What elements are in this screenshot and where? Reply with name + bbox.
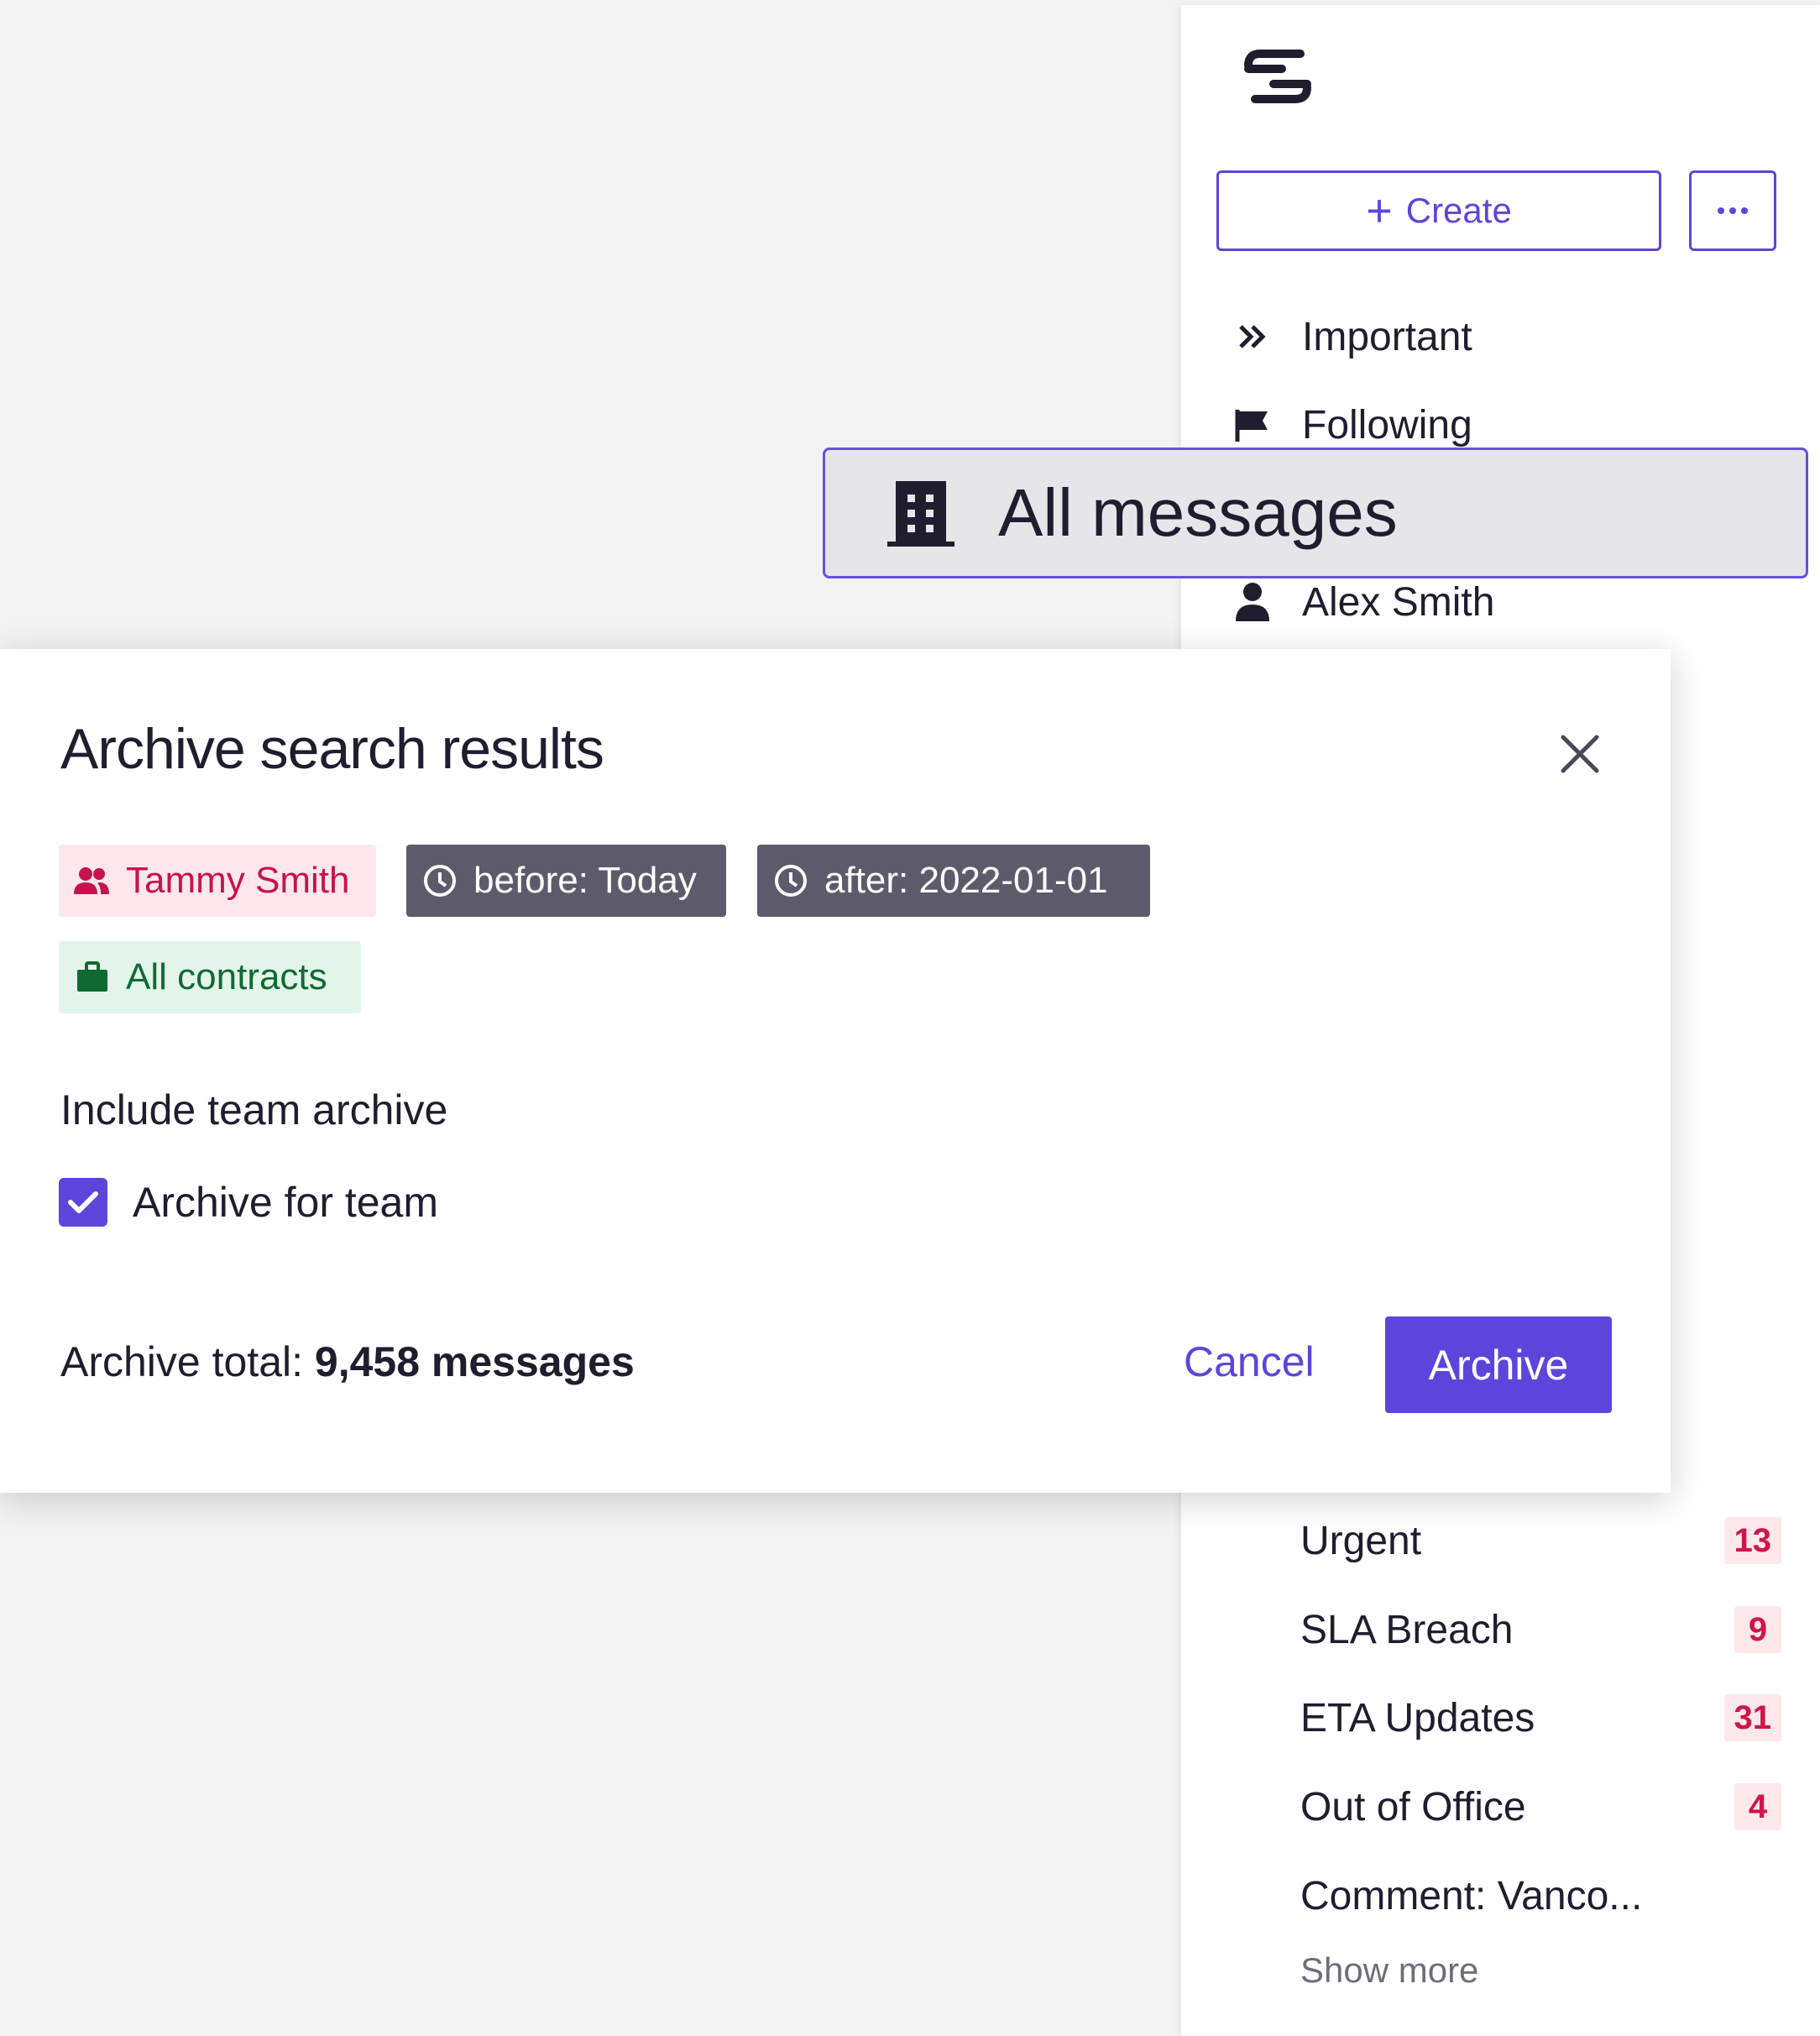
checkmark-icon: [68, 1191, 98, 1213]
sidebar-item-following[interactable]: Following: [1232, 395, 1472, 454]
archive-for-team-checkbox-row[interactable]: Archive for team: [59, 1178, 438, 1227]
sidebar-tag-sla-breach[interactable]: SLA Breach 9: [1181, 1596, 1820, 1663]
cancel-button[interactable]: Cancel: [1184, 1337, 1315, 1386]
more-options-button[interactable]: [1689, 170, 1776, 251]
tag-label: SLA Breach: [1300, 1607, 1514, 1652]
count-badge: 31: [1723, 1694, 1781, 1741]
sidebar-item-label: Following: [1302, 402, 1472, 448]
archive-button[interactable]: Archive: [1385, 1316, 1612, 1413]
filter-chip-label: before: Today: [473, 860, 697, 901]
sidebar-tag-out-of-office[interactable]: Out of Office 4: [1181, 1773, 1820, 1840]
flag-icon: [1232, 404, 1273, 446]
filter-chip-after[interactable]: after: 2022-01-01: [757, 845, 1150, 917]
tag-label: Out of Office: [1300, 1784, 1526, 1829]
archive-total-value: 9,458 messages: [314, 1338, 635, 1385]
clock-icon: [421, 862, 458, 899]
filter-chip-label: All contracts: [126, 956, 327, 997]
checkbox-label: Archive for team: [133, 1179, 439, 1226]
filter-chip-label: Tammy Smith: [126, 860, 350, 901]
clock-icon: [772, 862, 809, 899]
tag-label: Comment: Vanco...: [1300, 1873, 1643, 1918]
users-icon: [74, 862, 111, 899]
section-heading: Include team archive: [60, 1086, 448, 1133]
building-icon: [887, 481, 954, 547]
close-icon[interactable]: [1555, 729, 1605, 779]
sidebar-item-alex-smith[interactable]: Alex Smith: [1232, 573, 1494, 631]
count-badge: 9: [1734, 1606, 1781, 1653]
sidebar-tag-urgent[interactable]: Urgent 13: [1181, 1507, 1820, 1574]
sidebar-item-label: Important: [1302, 314, 1472, 359]
sidebar-tag-eta-updates[interactable]: ETA Updates 31: [1181, 1684, 1820, 1751]
create-button-label: Create: [1405, 191, 1512, 230]
briefcase-icon: [74, 959, 111, 996]
plus-icon: +: [1366, 186, 1393, 236]
archive-dialog: Archive search results Tammy Smith befor…: [0, 649, 1671, 1493]
logo-icon[interactable]: [1240, 47, 1315, 106]
filter-chip-before[interactable]: before: Today: [406, 845, 726, 917]
create-button[interactable]: + Create: [1216, 170, 1661, 251]
all-messages-label: All messages: [998, 475, 1398, 550]
archive-total-prefix: Archive total:: [60, 1338, 315, 1385]
filter-chip-label: after: 2022-01-01: [824, 860, 1108, 901]
person-icon: [1232, 581, 1273, 623]
count-badge: 13: [1723, 1517, 1781, 1564]
more-dots-icon: [1718, 207, 1724, 214]
double-chevron-right-icon: [1232, 316, 1273, 358]
sidebar-item-label: Alex Smith: [1302, 579, 1495, 625]
archive-for-team-checkbox[interactable]: [59, 1178, 107, 1227]
sidebar-item-important[interactable]: Important: [1232, 307, 1472, 366]
count-badge: 4: [1734, 1783, 1781, 1830]
tag-label: ETA Updates: [1300, 1695, 1535, 1740]
filter-chip-user[interactable]: Tammy Smith: [59, 845, 376, 917]
sidebar-tag-comment[interactable]: Comment: Vanco...: [1181, 1862, 1820, 1929]
filter-chip-contracts[interactable]: All contracts: [59, 941, 361, 1013]
tag-label: Urgent: [1300, 1518, 1422, 1563]
show-more-link[interactable]: Show more: [1300, 1950, 1478, 1991]
dialog-title: Archive search results: [60, 717, 604, 781]
all-messages-drag-item[interactable]: All messages: [823, 448, 1808, 578]
archive-total: Archive total: 9,458 messages: [60, 1337, 635, 1386]
